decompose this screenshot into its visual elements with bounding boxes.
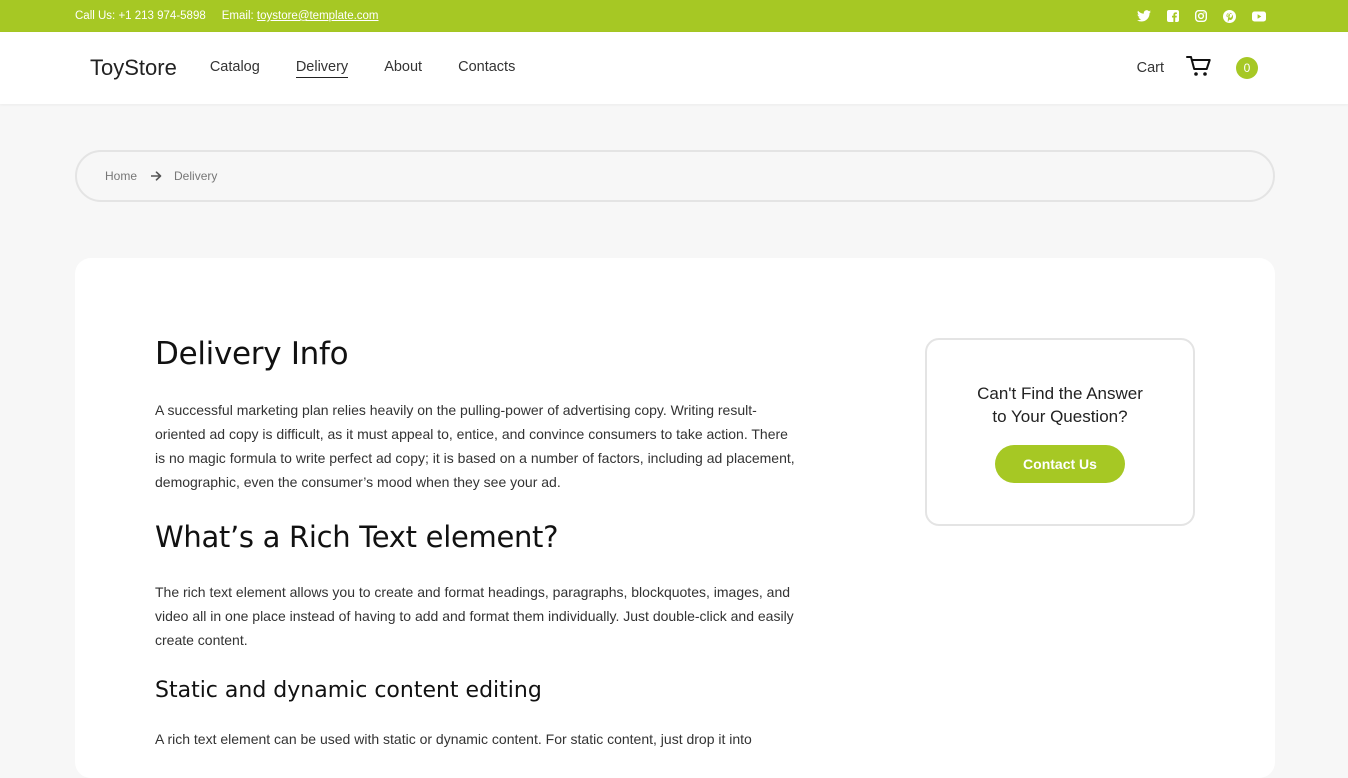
youtube-icon[interactable] xyxy=(1252,11,1266,22)
email-block: Email: toystore@template.com xyxy=(222,10,379,22)
heading-rich-text: What’s a Rich Text element? xyxy=(155,520,559,554)
nav-item-delivery[interactable]: Delivery xyxy=(295,59,349,78)
pinterest-icon[interactable] xyxy=(1223,9,1236,23)
email-link[interactable]: toystore@template.com xyxy=(257,10,379,22)
brand-logo[interactable]: ToyStore xyxy=(90,55,177,81)
top-bar: Call Us: +1 213 974-5898 Email: toystore… xyxy=(0,0,1348,32)
help-box: Can't Find the Answer to Your Question? … xyxy=(925,338,1195,526)
breadcrumb-home[interactable]: Home xyxy=(105,169,137,183)
content-card: Delivery Info A successful marketing pla… xyxy=(75,258,1275,778)
cart-count-badge: 0 xyxy=(1236,57,1258,79)
arrow-right-icon xyxy=(151,171,162,181)
cart-area[interactable]: Cart 0 xyxy=(1137,55,1258,82)
breadcrumb: Home Delivery xyxy=(75,150,1275,202)
help-question: Can't Find the Answer to Your Question? xyxy=(927,382,1193,428)
email-label: Email: xyxy=(221,10,254,22)
paragraph-3: A rich text element can be used with sta… xyxy=(155,731,752,747)
main-navbar: ToyStore Catalog Delivery About Contacts… xyxy=(0,32,1348,104)
phone-text: Call Us: +1 213 974-5898 xyxy=(75,10,206,22)
help-question-line1: Can't Find the Answer xyxy=(977,384,1143,403)
heading-static-dynamic: Static and dynamic content editing xyxy=(155,678,542,703)
instagram-icon[interactable] xyxy=(1195,10,1207,22)
contact-us-button[interactable]: Contact Us xyxy=(995,445,1125,483)
help-question-line2: to Your Question? xyxy=(992,407,1128,426)
page-title: Delivery Info xyxy=(155,336,349,372)
navbar-left: ToyStore Catalog Delivery About Contacts xyxy=(90,55,515,81)
main-menu: Catalog Delivery About Contacts xyxy=(210,59,515,78)
rich-text-content: Delivery Info A successful marketing pla… xyxy=(155,336,800,751)
nav-item-catalog[interactable]: Catalog xyxy=(210,59,260,78)
twitter-icon[interactable] xyxy=(1137,10,1151,22)
contact-info: Call Us: +1 213 974-5898 Email: toystore… xyxy=(75,10,379,22)
cart-label[interactable]: Cart xyxy=(1137,60,1164,76)
nav-item-about[interactable]: About xyxy=(384,59,422,78)
cart-icon[interactable] xyxy=(1186,55,1212,82)
nav-item-contacts[interactable]: Contacts xyxy=(458,59,515,78)
paragraph-2: The rich text element allows you to crea… xyxy=(155,584,794,648)
social-links xyxy=(1137,9,1266,23)
breadcrumb-current: Delivery xyxy=(174,169,218,183)
paragraph-1: A successful marketing plan relies heavi… xyxy=(155,402,795,490)
facebook-icon[interactable] xyxy=(1167,10,1179,22)
